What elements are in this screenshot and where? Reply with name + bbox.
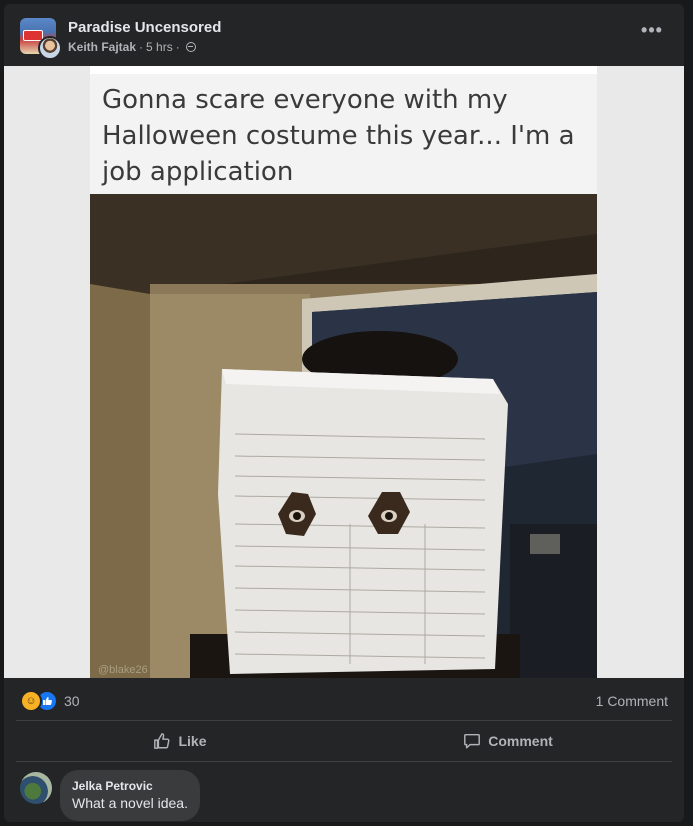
post-card: Paradise Uncensored Keith Fajtak · 5 hrs…	[4, 4, 684, 822]
author-name-link[interactable]: Keith Fajtak	[68, 40, 136, 54]
reaction-count: 30	[64, 693, 80, 709]
meme-image: Gonna scare everyone with my Halloween c…	[90, 66, 597, 678]
author-avatar[interactable]	[38, 36, 62, 60]
post-stats: ☺ 30 1 Comment	[4, 684, 684, 718]
comment-count-link[interactable]: 1 Comment	[596, 693, 668, 709]
meta-separator: ·	[175, 40, 180, 54]
haha-icon: ☺	[20, 690, 42, 712]
meme-caption: Gonna scare everyone with my Halloween c…	[102, 85, 575, 187]
photo-illustration	[90, 194, 597, 678]
meme-top-border	[90, 66, 597, 74]
divider	[16, 761, 672, 762]
more-horizontal-icon: •••	[641, 20, 663, 40]
thumbs-up-icon	[154, 733, 170, 749]
like-button[interactable]: Like	[16, 721, 344, 761]
commenter-name-link[interactable]: Jelka Petrovic	[72, 778, 188, 794]
reactions-summary[interactable]: ☺ 30	[20, 690, 80, 712]
comment-label: Comment	[488, 733, 553, 749]
like-label: Like	[178, 733, 207, 749]
post-image[interactable]: Gonna scare everyone with my Halloween c…	[4, 66, 684, 678]
post-timestamp[interactable]: 5 hrs	[146, 40, 173, 54]
post-actions: Like Comment	[16, 721, 672, 761]
globe-icon	[185, 42, 196, 52]
comment-bubble: Jelka Petrovic What a novel idea.	[60, 770, 200, 821]
post-meta: Keith Fajtak · 5 hrs ·	[68, 40, 196, 54]
post-header: Paradise Uncensored Keith Fajtak · 5 hrs…	[4, 4, 684, 66]
more-options-button[interactable]: •••	[638, 20, 666, 46]
meme-photo: @blake26	[90, 194, 597, 678]
meta-separator: ·	[139, 40, 144, 54]
comment-icon	[464, 733, 481, 749]
group-name-link[interactable]: Paradise Uncensored	[68, 19, 221, 36]
image-watermark: @blake26	[98, 664, 148, 676]
comment-button[interactable]: Comment	[344, 721, 672, 761]
commenter-avatar[interactable]	[20, 772, 52, 804]
comment-text: What a novel idea.	[72, 795, 188, 811]
